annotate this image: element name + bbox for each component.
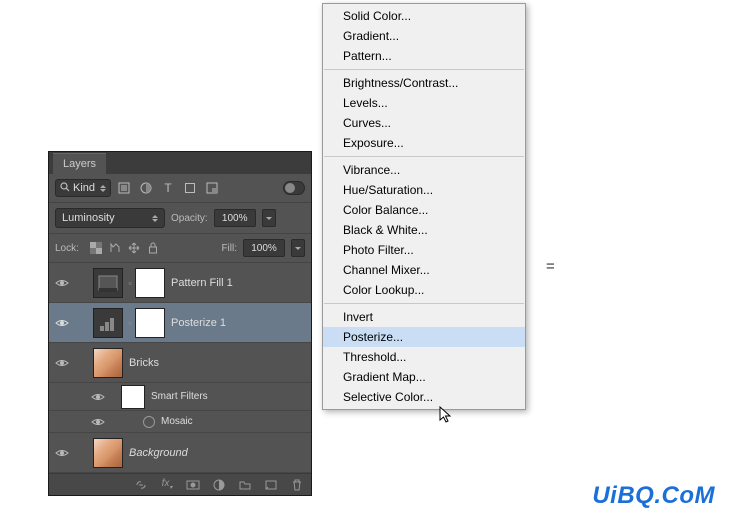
panel-tab-bar: Layers xyxy=(49,152,311,174)
visibility-eye-icon[interactable] xyxy=(89,388,107,406)
lock-all-icon[interactable] xyxy=(146,241,160,255)
new-layer-icon[interactable] xyxy=(263,477,279,493)
menu-item[interactable]: Color Lookup... xyxy=(323,280,525,300)
menu-separator xyxy=(324,303,524,304)
layer-row-bricks[interactable]: Bricks xyxy=(49,343,311,383)
layers-list: ▫ Pattern Fill 1 ▫ Posterize 1 Bricks Sm… xyxy=(49,263,311,473)
link-layers-icon[interactable] xyxy=(133,477,149,493)
tab-layers[interactable]: Layers xyxy=(53,153,106,174)
layer-name: Background xyxy=(129,447,188,459)
layer-row-pattern-fill[interactable]: ▫ Pattern Fill 1 xyxy=(49,263,311,303)
menu-item[interactable]: Black & White... xyxy=(323,220,525,240)
filter-dot-icon xyxy=(143,416,155,428)
layer-mask-icon[interactable] xyxy=(185,477,201,493)
new-group-icon[interactable] xyxy=(237,477,253,493)
blend-row: Luminosity Opacity: xyxy=(49,203,311,234)
layer-style-icon[interactable]: fx▾ xyxy=(159,477,175,493)
menu-separator xyxy=(324,69,524,70)
opacity-dropdown[interactable] xyxy=(262,209,276,227)
layer-filter-row: Kind T xyxy=(49,174,311,203)
menu-item[interactable]: Selective Color... xyxy=(323,387,525,407)
menu-item[interactable]: Brightness/Contrast... xyxy=(323,73,525,93)
layer-name: Posterize 1 xyxy=(171,317,226,329)
filter-pixel-icon[interactable] xyxy=(115,179,133,197)
blend-mode-dropdown[interactable]: Luminosity xyxy=(55,208,165,228)
visibility-eye-icon[interactable] xyxy=(53,354,71,372)
menu-item[interactable]: Channel Mixer... xyxy=(323,260,525,280)
dropdown-arrows-icon xyxy=(152,215,158,222)
layer-row-posterize[interactable]: ▫ Posterize 1 xyxy=(49,303,311,343)
layer-name: Pattern Fill 1 xyxy=(171,277,233,289)
layer-thumb-pattern[interactable] xyxy=(93,268,123,298)
lock-label: Lock: xyxy=(55,243,79,254)
layer-thumb-image[interactable] xyxy=(93,438,123,468)
filter-kind-label: Kind xyxy=(73,182,95,194)
blend-mode-value: Luminosity xyxy=(62,212,115,224)
menu-item[interactable]: Color Balance... xyxy=(323,200,525,220)
fill-dropdown[interactable] xyxy=(291,239,305,257)
filter-type-icon[interactable]: T xyxy=(159,179,177,197)
smart-filter-mask-thumb[interactable] xyxy=(121,385,145,409)
visibility-eye-icon[interactable] xyxy=(53,274,71,292)
layers-panel: Layers Kind T Luminosity Opacity: Lock: xyxy=(48,151,312,496)
layer-mask-thumb[interactable] xyxy=(135,308,165,338)
menu-item[interactable]: Photo Filter... xyxy=(323,240,525,260)
lock-image-icon[interactable] xyxy=(108,241,122,255)
menu-item[interactable]: Solid Color... xyxy=(323,6,525,26)
menu-item[interactable]: Levels... xyxy=(323,93,525,113)
filter-kind-dropdown[interactable]: Kind xyxy=(55,179,111,197)
lock-position-icon[interactable] xyxy=(127,241,141,255)
lock-transparent-icon[interactable] xyxy=(89,241,103,255)
menu-item[interactable]: Pattern... xyxy=(323,46,525,66)
filter-adjustment-icon[interactable] xyxy=(137,179,155,197)
link-icon[interactable]: ▫ xyxy=(125,278,135,288)
fill-label: Fill: xyxy=(221,243,237,254)
opacity-label: Opacity: xyxy=(171,213,208,224)
filter-smartobj-icon[interactable] xyxy=(203,179,221,197)
adjustment-layer-icon[interactable] xyxy=(211,477,227,493)
menu-item[interactable]: Gradient... xyxy=(323,26,525,46)
filter-toggle[interactable] xyxy=(283,181,305,195)
layer-row-background[interactable]: Background xyxy=(49,433,311,473)
watermark: UiBQ.CoM xyxy=(592,482,715,510)
delete-layer-icon[interactable] xyxy=(289,477,305,493)
dropdown-arrows-icon xyxy=(100,185,106,192)
menu-item[interactable]: Posterize... xyxy=(323,327,525,347)
layer-thumb-posterize[interactable] xyxy=(93,308,123,338)
layer-thumb-image[interactable] xyxy=(93,348,123,378)
menu-item[interactable]: Curves... xyxy=(323,113,525,133)
lock-row: Lock: Fill: xyxy=(49,234,311,263)
layer-row-smart-filters[interactable]: Smart Filters xyxy=(49,383,311,411)
fill-input[interactable] xyxy=(243,239,285,257)
menu-item[interactable]: Vibrance... xyxy=(323,160,525,180)
search-icon xyxy=(60,182,70,195)
filter-shape-icon[interactable] xyxy=(181,179,199,197)
layer-row-mosaic[interactable]: Mosaic xyxy=(49,411,311,433)
menu-item[interactable]: Invert xyxy=(323,307,525,327)
visibility-eye-icon[interactable] xyxy=(53,314,71,332)
link-icon[interactable]: ▫ xyxy=(125,318,135,328)
opacity-input[interactable] xyxy=(214,209,256,227)
layer-mask-thumb[interactable] xyxy=(135,268,165,298)
menu-separator xyxy=(324,156,524,157)
menu-item[interactable]: Hue/Saturation... xyxy=(323,180,525,200)
menu-item[interactable]: Threshold... xyxy=(323,347,525,367)
equals-sign: = xyxy=(546,258,555,275)
layer-name: Bricks xyxy=(129,357,159,369)
visibility-eye-icon[interactable] xyxy=(89,413,107,431)
adjustment-layer-context-menu: Solid Color...Gradient...Pattern... Brigh… xyxy=(322,3,526,410)
menu-item[interactable]: Exposure... xyxy=(323,133,525,153)
menu-item[interactable]: Gradient Map... xyxy=(323,367,525,387)
layer-name: Smart Filters xyxy=(151,391,208,402)
visibility-eye-icon[interactable] xyxy=(53,444,71,462)
layer-name: Mosaic xyxy=(161,416,193,427)
layers-panel-footer: fx▾ xyxy=(49,473,311,495)
